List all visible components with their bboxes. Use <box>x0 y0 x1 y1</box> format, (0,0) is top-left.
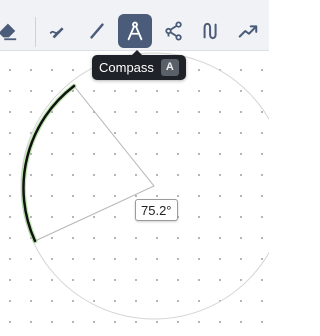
polyline-icon <box>165 21 182 41</box>
polyline-tool-button[interactable] <box>157 14 191 48</box>
drawing-canvas[interactable] <box>0 51 288 331</box>
trend-icon <box>238 25 258 38</box>
toolbar-separator <box>35 17 36 47</box>
curve-icon <box>203 22 217 40</box>
curve-tool-button[interactable] <box>194 14 228 48</box>
angle-value: 75.2° <box>141 202 172 218</box>
eraser-icon <box>0 23 17 41</box>
line-tool-button[interactable] <box>80 14 114 48</box>
angle-readout: 75.2° <box>135 199 178 221</box>
pen-tool-button[interactable] <box>42 14 76 48</box>
line-icon <box>90 23 104 39</box>
trend-tool-button[interactable] <box>231 14 265 48</box>
toolbar <box>0 0 269 51</box>
eraser-tool-button[interactable] <box>0 14 24 48</box>
shortcut-key-badge: A <box>160 59 179 76</box>
pen-icon <box>49 27 64 39</box>
compass-tool-button[interactable] <box>118 14 152 48</box>
tooltip-label: Compass <box>99 60 154 75</box>
compass-icon <box>127 21 143 41</box>
canvas-drawing <box>0 51 288 331</box>
compass-tooltip: Compass A <box>92 50 186 80</box>
dot-grid <box>0 51 269 331</box>
